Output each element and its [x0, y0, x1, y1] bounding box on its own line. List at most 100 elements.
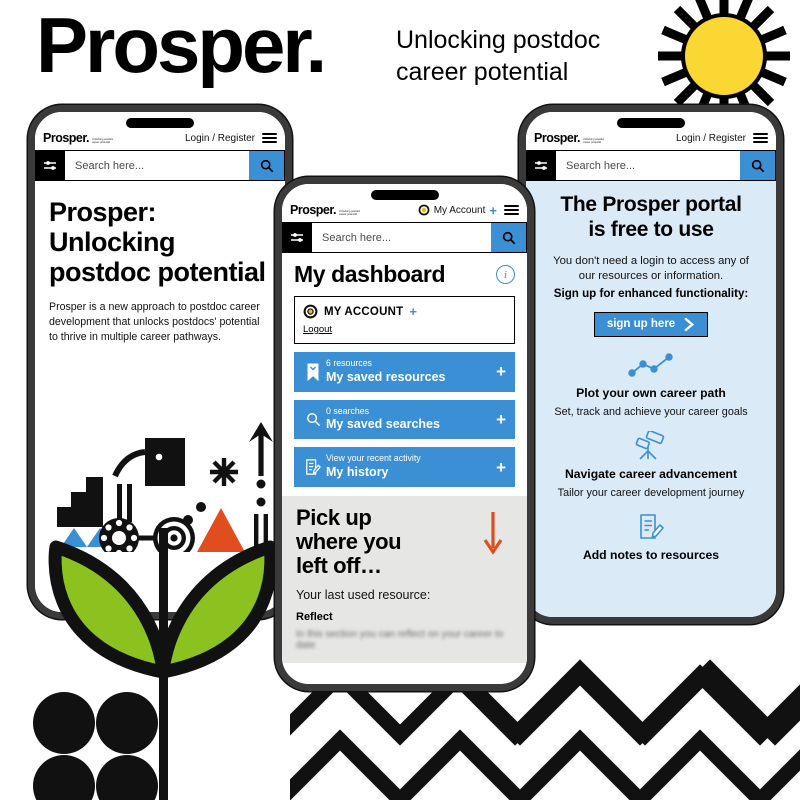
- feature-navigate-career: Navigate career advancement Tailor your …: [542, 430, 760, 499]
- phone3-heading-line1: The Prosper portal: [560, 193, 742, 216]
- brand-tagline-line2: career potential: [396, 58, 569, 86]
- magnifier-icon[interactable]: [249, 150, 285, 181]
- pickup-resource-name[interactable]: Reflect: [296, 611, 513, 623]
- hamburger-menu-icon[interactable]: [753, 130, 768, 145]
- magnifier-icon[interactable]: [491, 222, 527, 253]
- logo-subtitle: Unlocking postdoc career potential: [583, 137, 605, 145]
- arrow-down-icon: [483, 512, 503, 555]
- info-circle-icon[interactable]: i: [496, 265, 515, 284]
- card-count: View your recent activity: [326, 453, 421, 464]
- phone2-search-bar: Search here...: [282, 222, 527, 253]
- sign-up-label: sign up here: [606, 318, 676, 331]
- user-badge-icon: [418, 204, 430, 216]
- hamburger-menu-icon[interactable]: [504, 202, 519, 217]
- card-plus-icon[interactable]: +: [496, 363, 506, 380]
- phone-center-screen: Prosper. Unlocking postdoc career potenti…: [282, 184, 527, 684]
- phone3-nav-right: Login / Register: [676, 130, 768, 145]
- card-title: My history: [326, 465, 389, 480]
- search-input[interactable]: Search here...: [65, 150, 249, 181]
- phone1-search-bar: Search here...: [35, 150, 285, 181]
- dashboard-title-row: My dashboard i: [282, 253, 527, 290]
- filter-sliders-icon[interactable]: [526, 150, 556, 181]
- my-account-panel: MY ACCOUNT + Logout: [294, 296, 515, 344]
- card-history[interactable]: View your recent activity My history +: [294, 447, 515, 488]
- phone1-body-text: Prosper is a new approach to postdoc car…: [49, 300, 260, 343]
- card-title: My saved searches: [326, 417, 440, 432]
- pickup-heading: Pick up where you left off…: [296, 505, 402, 579]
- card-saved-searches[interactable]: 0 searches My saved searches +: [294, 399, 515, 440]
- phone-right-screen: Prosper. Unlocking postdoc career potenti…: [526, 112, 776, 617]
- magnifier-icon[interactable]: [740, 150, 776, 181]
- brand-tagline: Unlocking postdoc career potential: [396, 24, 636, 88]
- phone1-logo[interactable]: Prosper. Unlocking postdoc career potenti…: [43, 132, 113, 145]
- logo-wordmark: Prosper.: [290, 202, 337, 217]
- phone3-heading-line2: is free to use: [588, 217, 714, 241]
- line-chart-icon: [542, 350, 760, 380]
- magnifier-icon: [303, 412, 323, 427]
- phone1-heading: Prosper: Unlocking postdoc potential: [49, 197, 266, 288]
- card-saved-resources[interactable]: 6 resources My saved resources +: [294, 352, 515, 392]
- phone-center: Prosper. Unlocking postdoc career potenti…: [275, 177, 534, 691]
- feature-heading: Add notes to resources: [582, 547, 720, 562]
- note-pencil-icon: [303, 458, 323, 476]
- page-title: Prosper.: [36, 1, 327, 89]
- phone2-nav-right: My Account +: [418, 202, 519, 217]
- note-pencil-icon: [542, 512, 760, 542]
- login-register-link[interactable]: Login / Register: [185, 133, 255, 144]
- card-plus-icon[interactable]: +: [496, 459, 506, 476]
- filter-sliders-icon[interactable]: [35, 150, 65, 181]
- bookmark-icon: [303, 363, 323, 381]
- phone3-body-line2: our resources or information.: [578, 269, 724, 282]
- phone3-search-bar: Search here...: [526, 150, 776, 181]
- phone-notch: [617, 118, 685, 128]
- my-account-link[interactable]: My Account: [434, 205, 486, 216]
- search-input[interactable]: Search here...: [556, 150, 740, 181]
- my-account-label: MY ACCOUNT: [324, 305, 404, 318]
- logo-wordmark: Prosper.: [534, 130, 581, 145]
- phone3-body-text: You don't need a login to access any of …: [542, 254, 760, 284]
- feature-body: Tailor your career development journey: [557, 486, 745, 499]
- sign-up-here-button[interactable]: sign up here: [593, 311, 709, 337]
- phone-right: Prosper. Unlocking postdoc career potenti…: [519, 105, 783, 624]
- feature-plot-career-path: Plot your own career path Set, track and…: [542, 350, 760, 418]
- phone-left: Prosper. Unlocking postdoc career potenti…: [28, 105, 292, 619]
- phone3-body-line1: You don't need a login to access any of: [553, 254, 749, 267]
- brand-tagline-line1: Unlocking postdoc: [396, 26, 601, 54]
- card-text: 0 searches My saved searches: [326, 405, 492, 433]
- search-input[interactable]: Search here...: [312, 222, 491, 253]
- card-text: 6 resources My saved resources: [326, 358, 492, 385]
- card-title: My saved resources: [326, 369, 446, 384]
- four-dots-icon: [33, 692, 158, 800]
- phone-notch: [370, 190, 439, 200]
- feature-heading: Navigate career advancement: [564, 466, 738, 481]
- feature-add-notes: Add notes to resources: [542, 512, 760, 562]
- phone-notch: [126, 118, 194, 128]
- hamburger-menu-icon[interactable]: [262, 130, 277, 145]
- phone3-content: The Prosper portal is free to use You do…: [526, 181, 776, 617]
- chevron-right-icon: [684, 317, 695, 331]
- card-plus-icon[interactable]: +: [496, 411, 506, 428]
- logo-wordmark: Prosper.: [43, 130, 90, 145]
- logout-link[interactable]: Logout: [303, 324, 332, 335]
- phone3-heading: The Prosper portal is free to use: [542, 193, 760, 243]
- account-plus-icon[interactable]: +: [409, 305, 417, 318]
- phone1-nav-right: Login / Register: [185, 130, 277, 145]
- phone3-logo[interactable]: Prosper. Unlocking postdoc career potenti…: [534, 132, 604, 145]
- card-count: 0 searches: [326, 405, 370, 416]
- phone-left-screen: Prosper. Unlocking postdoc career potenti…: [35, 112, 285, 612]
- poster-canvas: Prosper. Unlocking postdoc career potent…: [0, 0, 800, 800]
- pickup-blurred-text: In this section you can reflect on your …: [296, 628, 504, 651]
- filter-sliders-icon[interactable]: [282, 222, 312, 253]
- card-text: View your recent activity My history: [326, 454, 492, 480]
- my-account-row[interactable]: MY ACCOUNT +: [303, 304, 506, 319]
- login-register-link[interactable]: Login / Register: [676, 133, 746, 144]
- pickup-subtitle: Your last used resource:: [296, 587, 431, 602]
- phone3-signup-prompt: Sign up for enhanced functionality:: [553, 286, 749, 300]
- phone2-logo[interactable]: Prosper. Unlocking postdoc career potenti…: [290, 204, 360, 217]
- feature-heading: Plot your own career path: [576, 385, 726, 400]
- telescope-icon: [542, 430, 760, 461]
- logo-subtitle: Unlocking postdoc career potential: [92, 137, 114, 145]
- phone1-content: Prosper: Unlocking postdoc potential Pro…: [35, 181, 285, 345]
- logo-subtitle: Unlocking postdoc career potential: [339, 209, 361, 217]
- account-plus-icon[interactable]: +: [489, 204, 497, 217]
